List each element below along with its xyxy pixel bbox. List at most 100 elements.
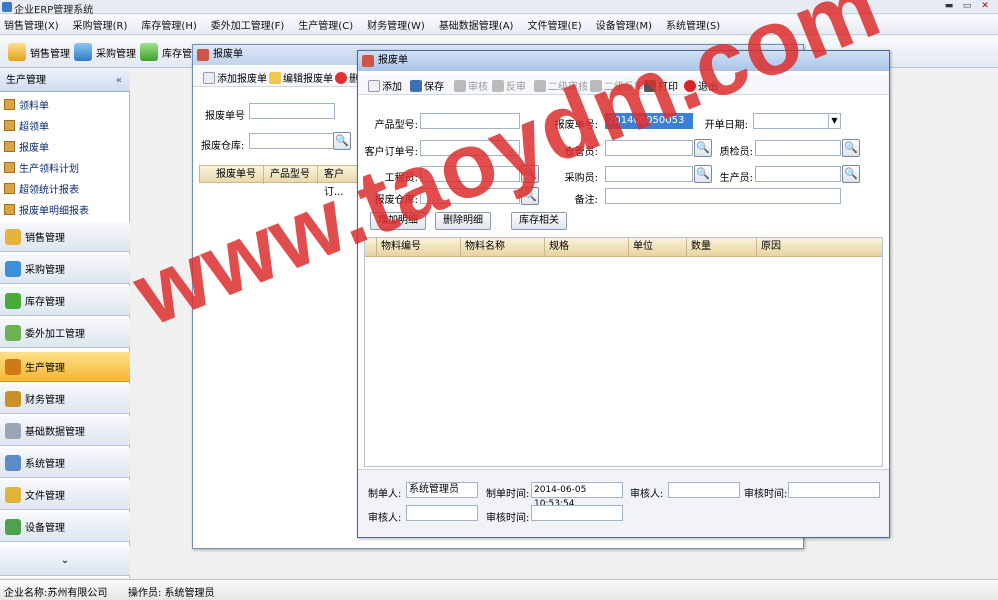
sidebar-item-material-plan[interactable]: 生产领料计划 [4, 157, 79, 177]
audit-time-field[interactable] [788, 482, 880, 498]
document-icon [4, 203, 15, 215]
sidebar-group-outsource[interactable]: 委外加工管理 [0, 318, 130, 348]
menu-purchase[interactable]: 采购管理(R) [73, 17, 128, 32]
make-time-label: 制单时间: [486, 489, 530, 500]
column-header: 数量 [687, 238, 757, 256]
boxes-icon [140, 43, 158, 61]
window-icon [362, 55, 374, 67]
product-model-label: 产品型号: [374, 120, 418, 131]
producer-label: 生产员: [719, 173, 753, 184]
delete-icon [335, 71, 347, 84]
column-header: 规格 [545, 238, 629, 256]
menu-outsource[interactable]: 委外加工管理(F) [211, 17, 285, 32]
document-icon [4, 140, 15, 152]
search-icon[interactable]: 🔍 [333, 132, 351, 150]
sidebar-more-button[interactable]: ⌄ [0, 546, 130, 576]
new-document-icon [368, 79, 380, 92]
stock-icon [5, 292, 21, 309]
toolbar-purchase-button[interactable]: 采购管理 [74, 42, 136, 62]
edit-scrap-button[interactable]: 编辑报废单 [269, 70, 333, 85]
equipment-icon [5, 518, 21, 535]
detail-grid[interactable]: 物料编号 物料名称 规格 单位 数量 原因 [364, 237, 883, 467]
auditor-field[interactable] [668, 482, 740, 498]
auditor2-label: 审核人: [368, 513, 402, 524]
search-icon[interactable]: 🔍 [842, 165, 860, 183]
collapse-icon[interactable]: « [116, 70, 122, 92]
menu-equipment[interactable]: 设备管理(M) [596, 17, 652, 32]
menu-stock[interactable]: 库存管理(H) [141, 17, 196, 32]
save-icon [410, 79, 422, 92]
column-header: 物料名称 [461, 238, 545, 256]
audit-time2-field[interactable] [531, 505, 623, 521]
audit-time-label: 审核时间: [744, 489, 788, 500]
producer-input[interactable] [755, 166, 841, 182]
sidebar-group-stock[interactable]: 库存管理 [0, 286, 130, 316]
dialog-save-button[interactable]: 保存 [410, 78, 444, 93]
toolbar-stock-button[interactable]: 库存管 [140, 42, 192, 62]
remark-input[interactable] [605, 188, 841, 204]
sidebar-group-file[interactable]: 文件管理 [0, 480, 130, 510]
menu-production[interactable]: 生产管理(C) [298, 17, 353, 32]
scrap-number-input[interactable] [249, 103, 335, 119]
column-header: 报废单号 [212, 166, 264, 184]
window-icon [197, 49, 209, 61]
status-bar: 企业名称:苏州有限公司 操作员: 系统管理员 [0, 579, 998, 600]
delete-scrap-button[interactable]: 删 [335, 70, 359, 85]
sidebar-header-title: 生产管理 [6, 75, 46, 86]
chevron-down-icon: ⌄ [60, 555, 70, 566]
maker-label: 制单人: [368, 489, 402, 500]
column-header: 单位 [629, 238, 687, 256]
menu-file[interactable]: 文件管理(E) [527, 17, 581, 32]
menu-basedata[interactable]: 基础数据管理(A) [439, 17, 514, 32]
sidebar-group-purchase[interactable]: 采购管理 [0, 254, 130, 284]
search-icon[interactable]: 🔍 [842, 139, 860, 157]
restore-icon[interactable]: ▭ [960, 1, 974, 12]
sidebar-item-scrap[interactable]: 报废单 [4, 136, 49, 156]
document-icon [4, 161, 15, 173]
sidebar-group-equipment[interactable]: 设备管理 [0, 512, 130, 542]
sidebar-item-over-report[interactable]: 超领统计报表 [4, 178, 79, 198]
pencil-icon [8, 43, 26, 61]
app-icon [2, 2, 12, 12]
toolbar-sales-button[interactable]: 销售管理 [8, 42, 70, 62]
document-icon [4, 98, 15, 110]
finance-icon [5, 390, 21, 407]
sidebar-item-over-requisition[interactable]: 超领单 [4, 115, 49, 135]
basket-icon [74, 43, 92, 61]
unaudit-icon [492, 79, 504, 92]
menu-finance[interactable]: 财务管理(W) [367, 17, 425, 32]
maker-field[interactable]: 系统管理员 [406, 482, 478, 498]
stock-related-button[interactable]: 库存相关 [511, 212, 567, 230]
menu-sales[interactable]: 销售管理(X) [4, 17, 59, 32]
audit-time2-label: 审核时间: [486, 513, 530, 524]
dialog-audit-button[interactable]: 审核 [454, 78, 488, 93]
status-operator: 操作员: 系统管理员 [128, 588, 215, 599]
minimize-icon[interactable]: ▬ [942, 1, 956, 12]
scrap-number-label: 报废单号 [205, 111, 245, 122]
sidebar-item-scrap-report[interactable]: 报废单明细报表 [4, 199, 89, 219]
dialog-add-button[interactable]: 添加 [368, 78, 402, 93]
chevron-down-icon[interactable]: ▼ [828, 114, 840, 128]
open-date-picker[interactable]: ▼ [753, 113, 841, 129]
outsource-icon [5, 324, 21, 341]
sidebar-group-sales[interactable]: 销售管理 [0, 222, 130, 252]
sidebar: 生产管理 « 领料单 超领单 报废单 生产领料计划 超领统计报表 报废单明细报表… [0, 70, 130, 578]
make-time-field[interactable]: 2014-06-05 10:53:54 [531, 482, 623, 509]
settings-icon [5, 454, 21, 471]
add-icon [203, 71, 215, 84]
buyer-input[interactable] [605, 166, 693, 182]
add-scrap-button[interactable]: 添加报废单 [203, 70, 267, 85]
sidebar-item-requisition[interactable]: 领料单 [4, 94, 49, 114]
document-icon [4, 119, 15, 131]
sidebar-group-basedata[interactable]: 基础数据管理 [0, 416, 130, 446]
purchase-icon [5, 260, 21, 277]
inspector-input[interactable] [755, 140, 841, 156]
sidebar-group-production[interactable]: 生产管理 [0, 352, 130, 382]
auditor2-field[interactable] [406, 505, 478, 521]
warehouse-input[interactable] [249, 133, 335, 149]
close-icon[interactable]: ✕ [978, 1, 992, 12]
column-header: 原因 [761, 241, 781, 252]
sidebar-group-system[interactable]: 系统管理 [0, 448, 130, 478]
sales-icon [5, 228, 21, 245]
sidebar-group-finance[interactable]: 财务管理 [0, 384, 130, 414]
